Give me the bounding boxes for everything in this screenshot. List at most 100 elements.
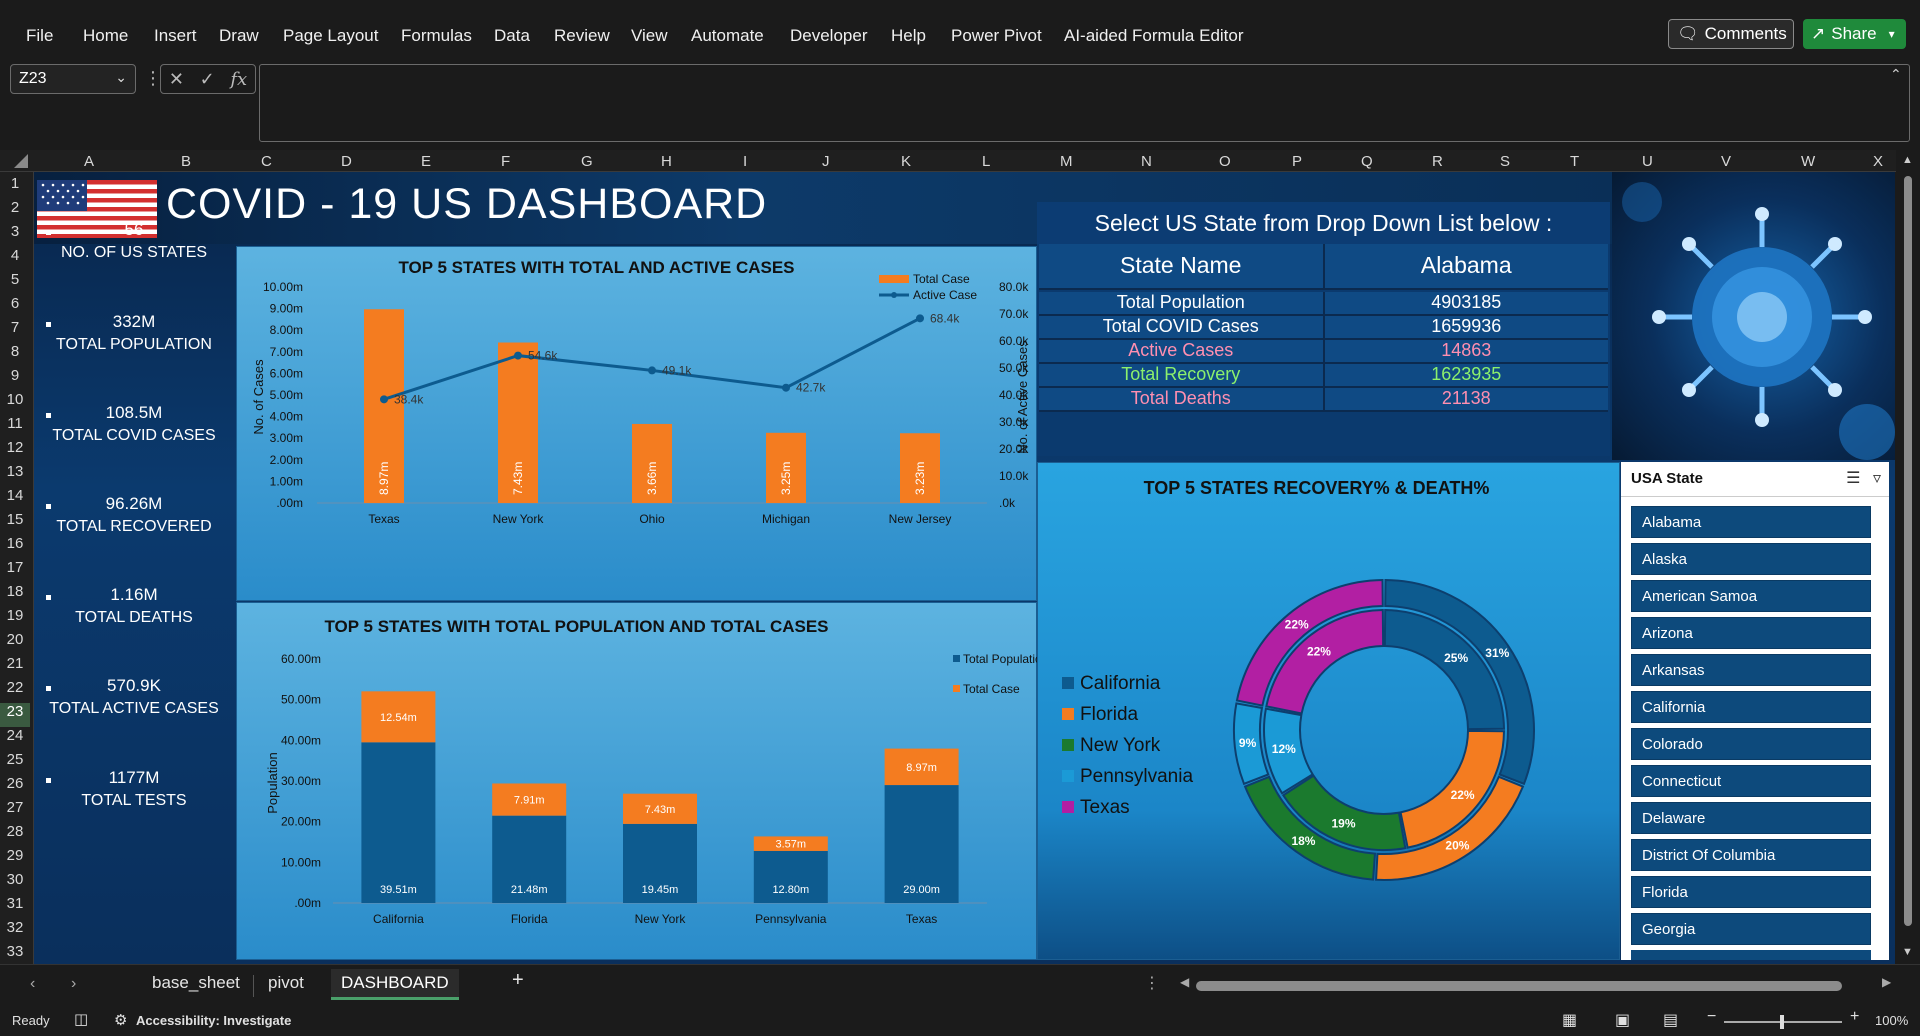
line-point[interactable]	[916, 314, 924, 323]
zoom-level[interactable]: 100%	[1875, 1013, 1908, 1028]
row-header[interactable]: 4	[0, 247, 30, 271]
macro-icon[interactable]: ◫	[74, 1010, 88, 1028]
row-header[interactable]: 14	[0, 487, 30, 511]
row-header[interactable]: 8	[0, 343, 30, 367]
confirm-icon[interactable]: ✓	[200, 69, 215, 90]
vertical-scrollbar[interactable]: ▲ ▼	[1896, 150, 1920, 964]
scroll-thumb[interactable]	[1904, 176, 1912, 926]
normal-view-icon[interactable]: ▦	[1562, 1010, 1577, 1030]
row-header[interactable]: 31	[0, 895, 30, 919]
scroll-up-icon[interactable]: ▲	[1902, 154, 1913, 166]
zoom-in-icon[interactable]: +	[1850, 1008, 1859, 1026]
more-tabs-icon[interactable]: ⋮	[1144, 973, 1160, 993]
row-header[interactable]: 13	[0, 463, 30, 487]
col-header[interactable]: O	[1219, 153, 1231, 170]
line-point[interactable]	[782, 383, 790, 392]
col-header[interactable]: J	[822, 153, 830, 170]
col-header[interactable]: E	[421, 153, 431, 170]
line-point[interactable]	[648, 366, 656, 375]
col-header[interactable]: N	[1141, 153, 1152, 170]
prev-sheet-icon[interactable]: ‹	[30, 975, 35, 993]
menu-automate[interactable]: Automate	[691, 26, 764, 46]
row-header[interactable]: 17	[0, 559, 30, 583]
col-header[interactable]: M	[1060, 153, 1073, 170]
comments-button[interactable]: 🗨 Comments	[1668, 19, 1794, 49]
row-header[interactable]: 29	[0, 847, 30, 871]
slicer-item[interactable]: Alaska	[1631, 543, 1871, 575]
col-header[interactable]: U	[1642, 153, 1653, 170]
chart-population-cases[interactable]: TOP 5 STATES WITH TOTAL POPULATION AND T…	[236, 602, 1038, 960]
slicer-item[interactable]: Connecticut	[1631, 765, 1871, 797]
line-series[interactable]	[383, 316, 921, 401]
add-sheet-button[interactable]: +	[512, 969, 524, 992]
col-header[interactable]: F	[501, 153, 510, 170]
multi-select-icon[interactable]: ☰	[1846, 470, 1860, 487]
col-header[interactable]: G	[581, 153, 593, 170]
slicer-item[interactable]: Colorado	[1631, 728, 1871, 760]
col-header[interactable]: B	[181, 153, 191, 170]
line-point[interactable]	[514, 351, 522, 360]
slicer-item[interactable]: Arizona	[1631, 617, 1871, 649]
row-header[interactable]: 24	[0, 727, 30, 751]
collapse-formula-icon[interactable]: ⌃	[1890, 66, 1902, 83]
slicer-item[interactable]: District Of Columbia	[1631, 839, 1871, 871]
row-header[interactable]: 16	[0, 535, 30, 559]
menu-review[interactable]: Review	[554, 26, 610, 46]
menu-ai-formula-editor[interactable]: AI-aided Formula Editor	[1064, 26, 1244, 46]
scroll-left-icon[interactable]: ◀	[1180, 975, 1189, 989]
next-sheet-icon[interactable]: ›	[71, 975, 76, 993]
menu-data[interactable]: Data	[494, 26, 530, 46]
row-header[interactable]: 2	[0, 199, 30, 223]
col-header[interactable]: A	[84, 153, 94, 170]
slicer-item[interactable]: Georgia	[1631, 913, 1871, 945]
select-all-icon[interactable]	[14, 154, 28, 168]
row-header[interactable]: 23	[0, 703, 30, 727]
horizontal-scrollbar[interactable]	[1196, 981, 1842, 991]
col-header[interactable]: I	[743, 153, 747, 170]
row-header[interactable]: 22	[0, 679, 30, 703]
row-header[interactable]: 10	[0, 391, 30, 415]
clear-filter-icon[interactable]: ▿	[1873, 470, 1881, 487]
menu-page-layout[interactable]: Page Layout	[283, 26, 378, 46]
menu-home[interactable]: Home	[83, 26, 128, 46]
row-header[interactable]: 32	[0, 919, 30, 943]
menu-draw[interactable]: Draw	[219, 26, 259, 46]
name-box[interactable]: Z23 ⌄	[10, 64, 136, 94]
row-header[interactable]: 12	[0, 439, 30, 463]
row-header[interactable]: 9	[0, 367, 30, 391]
menu-file[interactable]: File	[26, 26, 53, 46]
col-header[interactable]: T	[1570, 153, 1579, 170]
col-header[interactable]: L	[982, 153, 990, 170]
chevron-down-icon[interactable]: ⌄	[115, 69, 127, 86]
row-header[interactable]: 27	[0, 799, 30, 823]
bar-population[interactable]	[361, 742, 436, 903]
menu-formulas[interactable]: Formulas	[401, 26, 472, 46]
tab-pivot[interactable]: pivot	[268, 973, 304, 993]
col-header[interactable]: P	[1292, 153, 1302, 170]
page-break-view-icon[interactable]: ▤	[1663, 1010, 1678, 1030]
col-header[interactable]: K	[901, 153, 911, 170]
accessibility-status[interactable]: Accessibility: Investigate	[136, 1013, 291, 1028]
col-header[interactable]: C	[261, 153, 272, 170]
tab-base-sheet[interactable]: base_sheet	[152, 973, 240, 993]
row-header[interactable]: 28	[0, 823, 30, 847]
line-point[interactable]	[380, 395, 388, 404]
scroll-right-icon[interactable]: ▶	[1882, 975, 1891, 989]
menu-help[interactable]: Help	[891, 26, 926, 46]
slicer-item[interactable]: Delaware	[1631, 802, 1871, 834]
row-header[interactable]: 5	[0, 271, 30, 295]
row-header[interactable]: 30	[0, 871, 30, 895]
page-layout-view-icon[interactable]: ▣	[1615, 1010, 1630, 1030]
col-header[interactable]: D	[341, 153, 352, 170]
row-header[interactable]: 3	[0, 223, 30, 247]
row-header[interactable]: 15	[0, 511, 30, 535]
formula-input[interactable]	[259, 64, 1910, 142]
col-header[interactable]: R	[1432, 153, 1443, 170]
chart-recovery-death[interactable]: TOP 5 STATES RECOVERY% & DEATH% 31% 20% 18…	[1037, 462, 1620, 960]
share-button[interactable]: ↗ Share ▾	[1803, 19, 1906, 49]
row-header[interactable]: 18	[0, 583, 30, 607]
col-header[interactable]: Q	[1361, 153, 1373, 170]
slicer-item[interactable]: Arkansas	[1631, 654, 1871, 686]
slicer-item[interactable]: American Samoa	[1631, 580, 1871, 612]
state-name-value[interactable]: Alabama	[1325, 244, 1609, 288]
